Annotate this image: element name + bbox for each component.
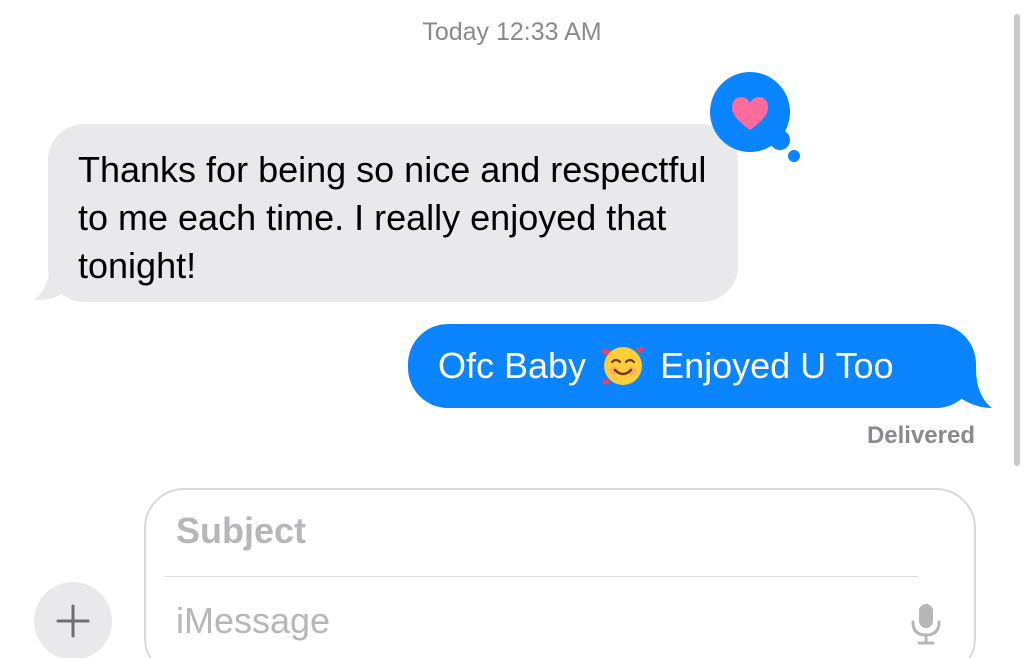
subject-input[interactable] xyxy=(176,510,896,552)
imessage-conversation: Today 12:33 AM Thanks for being so nice … xyxy=(0,0,1024,658)
sent-message-bubble[interactable]: Ofc Baby Enjoyed U Too xyxy=(408,324,976,408)
apps-plus-button[interactable] xyxy=(34,582,112,658)
received-message-text: Thanks for being so nice and respectful … xyxy=(78,149,707,286)
scrollbar[interactable] xyxy=(1014,14,1020,466)
delivery-status: Delivered xyxy=(866,422,975,449)
sent-message-text-part1: Ofc Baby xyxy=(438,345,587,386)
received-message-bubble[interactable]: Thanks for being so nice and respectful … xyxy=(48,124,738,302)
compose-divider xyxy=(164,576,918,577)
conversation-timestamp: Today 12:33 AM xyxy=(422,18,602,46)
compose-box xyxy=(144,488,976,658)
tapback-heart-icon[interactable] xyxy=(708,72,804,168)
plus-icon xyxy=(56,604,90,638)
sent-message-text-part2: Enjoyed U Too xyxy=(660,345,894,386)
smiling-face-with-hearts-icon xyxy=(601,347,644,386)
imessage-input[interactable] xyxy=(176,600,856,642)
microphone-icon[interactable] xyxy=(906,602,946,646)
